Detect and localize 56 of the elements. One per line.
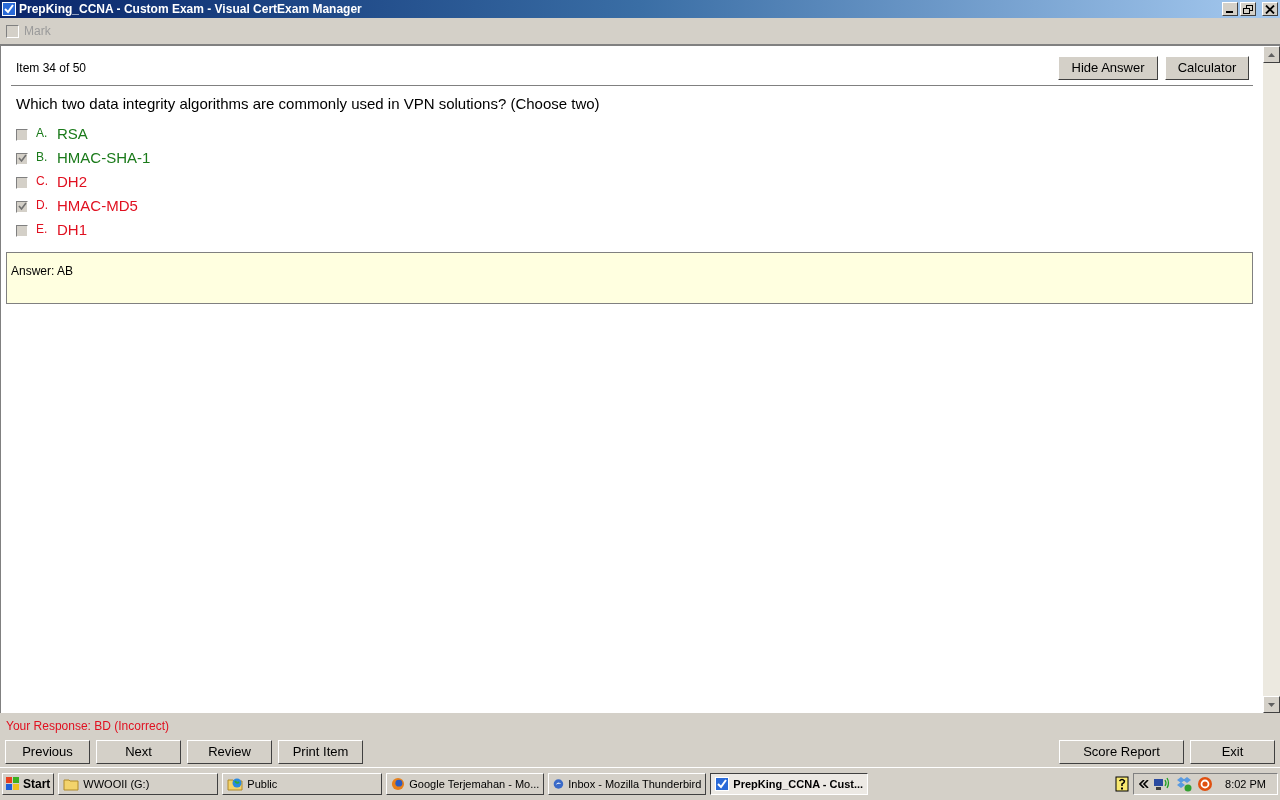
bird-globe-icon [553, 776, 565, 792]
windows-logo-icon [6, 777, 20, 791]
option-checkbox[interactable] [16, 152, 28, 165]
nav-button[interactable]: Next [96, 740, 181, 764]
ring-icon[interactable] [1197, 776, 1214, 792]
app-check-icon [715, 777, 730, 791]
option-checkbox[interactable] [16, 176, 28, 189]
start-button[interactable]: Start [2, 773, 55, 795]
folder-icon [63, 777, 80, 791]
option-checkbox[interactable] [16, 224, 28, 237]
restore-button[interactable] [1240, 2, 1256, 16]
option-text: HMAC-MD5 [57, 196, 138, 217]
option-checkbox[interactable] [16, 128, 28, 141]
response-text: Your Response: BD (Incorrect) [6, 718, 169, 735]
option-letter: C. [36, 173, 49, 190]
hide-answer-button[interactable]: Hide Answer [1058, 56, 1158, 80]
item-counter: Item 34 of 50 [16, 60, 87, 77]
exit-button[interactable]: Exit [1190, 740, 1275, 764]
taskbar-item[interactable]: Inbox - Mozilla Thunderbird [548, 773, 707, 795]
question-text: Which two data integrity algorithms are commonly used in VPN solutions? (Choose two) [15, 94, 601, 114]
option-text: RSA [57, 124, 88, 145]
option-letter: E. [36, 221, 49, 238]
clock: 8:02 PM [1225, 776, 1266, 792]
fox-globe-icon [391, 776, 406, 792]
scrollbar[interactable] [1263, 46, 1280, 713]
option-checkbox[interactable] [16, 200, 28, 213]
nav-button[interactable]: Review [187, 740, 272, 764]
network-icon[interactable] [1153, 776, 1172, 792]
option-letter: D. [36, 197, 49, 214]
scroll-down-icon[interactable] [1268, 702, 1275, 707]
app-check-icon [2, 2, 16, 16]
chevron-icon[interactable] [1139, 780, 1150, 788]
option-letter: B. [36, 149, 49, 166]
help-icon[interactable] [1115, 776, 1130, 792]
option-text: HMAC-SHA-1 [57, 148, 151, 169]
nav-button[interactable]: Print Item [278, 740, 363, 764]
taskbar-item[interactable]: Public [222, 773, 383, 795]
taskbar-item[interactable]: PrepKing_CCNA - Cust... [710, 773, 869, 795]
calculator-button[interactable]: Calculator [1165, 56, 1249, 80]
scroll-up-icon[interactable] [1268, 52, 1275, 57]
nav-button[interactable]: Previous [5, 740, 90, 764]
answer-text: Answer: AB [11, 263, 74, 278]
option-text: DH1 [57, 220, 87, 241]
mark-label: Mark [24, 23, 51, 40]
restore-icon [1243, 4, 1253, 14]
close-button[interactable] [1262, 2, 1278, 16]
close-icon [1265, 4, 1275, 14]
option-letter: A. [36, 125, 49, 142]
taskbar-item[interactable]: WWOOII (G:) [58, 773, 219, 795]
option-text: DH2 [57, 172, 87, 193]
minimize-button[interactable] [1222, 2, 1238, 16]
minimize-icon [1225, 11, 1233, 13]
globe-icon [227, 776, 244, 792]
taskbar-item[interactable]: Google Terjemahan - Mo... [386, 773, 545, 795]
score-report-button[interactable]: Score Report [1059, 740, 1184, 764]
window-title: PrepKing_CCNA - Custom Exam - Visual CertExam Manager [19, 3, 362, 15]
